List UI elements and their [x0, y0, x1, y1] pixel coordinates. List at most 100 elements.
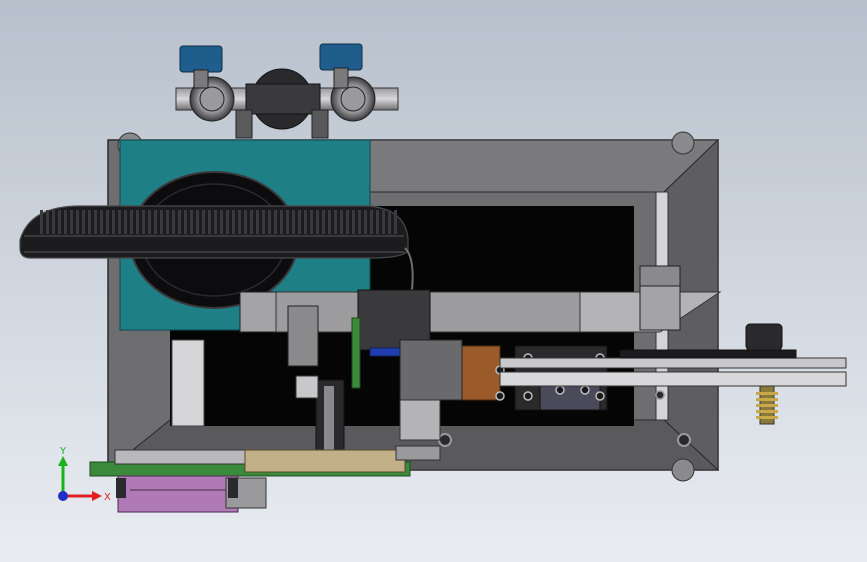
frame-cavity-left	[171, 339, 205, 427]
grille-slot	[88, 210, 91, 234]
grille-slot	[136, 210, 139, 234]
foot-top-right	[671, 131, 695, 155]
grille-slot	[178, 210, 181, 234]
wheel-right-hub	[340, 86, 366, 112]
grille-slot	[334, 210, 337, 234]
grille-slot	[64, 210, 67, 234]
grille-slot	[268, 210, 271, 234]
shaft-ring	[756, 404, 778, 407]
grille-slot	[106, 210, 109, 234]
frame-bevel-top	[369, 139, 720, 193]
grille-slot	[382, 210, 385, 234]
grille-slot	[358, 210, 361, 234]
grille-slot	[352, 210, 355, 234]
grille-slot	[298, 210, 301, 234]
grille-slot	[52, 210, 55, 234]
wheel-center-bar	[245, 83, 321, 115]
shaft-ring	[756, 398, 778, 401]
shaft-ring	[756, 416, 778, 419]
grille-slot	[346, 210, 349, 234]
cad-viewport[interactable]: Y X	[0, 0, 867, 562]
shaft-ring	[756, 410, 778, 413]
grille-slot	[292, 210, 295, 234]
mech-column	[287, 305, 319, 367]
bolt	[655, 390, 665, 400]
tan-plate	[244, 449, 406, 473]
grille-slot	[316, 210, 319, 234]
grille-slot	[226, 210, 229, 234]
grille-slot	[190, 210, 193, 234]
grille-slot	[112, 210, 115, 234]
copper-block	[461, 345, 501, 401]
z-axis-dot	[58, 491, 68, 501]
purple-block	[117, 475, 239, 513]
grille-slot	[322, 210, 325, 234]
grille-slot	[154, 210, 157, 234]
feed-rail-lower	[499, 371, 847, 387]
grille-slot	[124, 210, 127, 234]
bolt	[580, 385, 590, 395]
grille-slot	[130, 210, 133, 234]
grille-slot	[340, 210, 343, 234]
bolt	[555, 385, 565, 395]
grille-slot	[394, 210, 397, 234]
grille-slot	[142, 210, 145, 234]
roller-mount	[745, 323, 783, 351]
feed-rail-belt	[619, 349, 797, 359]
grey-plate	[114, 449, 246, 465]
grille-slot	[370, 210, 373, 234]
stepper-motor-cap	[639, 265, 681, 287]
grille-slot	[286, 210, 289, 234]
wheel-left-hub	[199, 86, 225, 112]
servo-motor-right	[319, 43, 363, 71]
grille-slot	[82, 210, 85, 234]
grille-slot	[220, 210, 223, 234]
grille-slot	[328, 210, 331, 234]
grille-slot	[244, 210, 247, 234]
x-axis-label: X	[104, 492, 111, 503]
grille-slot	[196, 210, 199, 234]
bracket-plate	[395, 445, 441, 461]
grille-slot	[202, 210, 205, 234]
grille-slot	[94, 210, 97, 234]
grille-slot	[232, 210, 235, 234]
grille-slot	[100, 210, 103, 234]
stepper-motor-left	[239, 291, 277, 333]
grille-slot	[172, 210, 175, 234]
grille-slot	[46, 210, 49, 234]
grille-slot	[148, 210, 151, 234]
mech-frame-grey	[399, 339, 463, 401]
bolt	[595, 391, 605, 401]
grille-slot	[238, 210, 241, 234]
foot-bottom-right	[671, 458, 695, 482]
grille-slot	[250, 210, 253, 234]
bolt	[523, 391, 533, 401]
bolt	[677, 433, 691, 447]
grille-slot	[184, 210, 187, 234]
feed-rail-upper	[499, 357, 847, 369]
valve-stem-left	[235, 109, 253, 139]
grille-slot	[256, 210, 259, 234]
grille-slot	[166, 210, 169, 234]
grille-slot	[58, 210, 61, 234]
bolt	[495, 391, 505, 401]
valve-stem-right	[311, 109, 329, 139]
grille-slot	[40, 210, 43, 234]
grille-slot	[160, 210, 163, 234]
slide-block	[399, 399, 441, 441]
servo-mount-right	[333, 67, 349, 89]
grille-slot	[280, 210, 283, 234]
grille-slot	[310, 210, 313, 234]
grille-slot	[274, 210, 277, 234]
grille-slot	[76, 210, 79, 234]
sensor-block	[295, 375, 319, 399]
grille-slot	[262, 210, 265, 234]
grille-slot	[208, 210, 211, 234]
y-axis-label: Y	[59, 446, 67, 457]
grille-slot	[364, 210, 367, 234]
bolt	[438, 433, 452, 447]
grille-slot	[388, 210, 391, 234]
servo-mount-left	[193, 69, 209, 89]
grille-slot	[214, 210, 217, 234]
grille-slot	[70, 210, 73, 234]
